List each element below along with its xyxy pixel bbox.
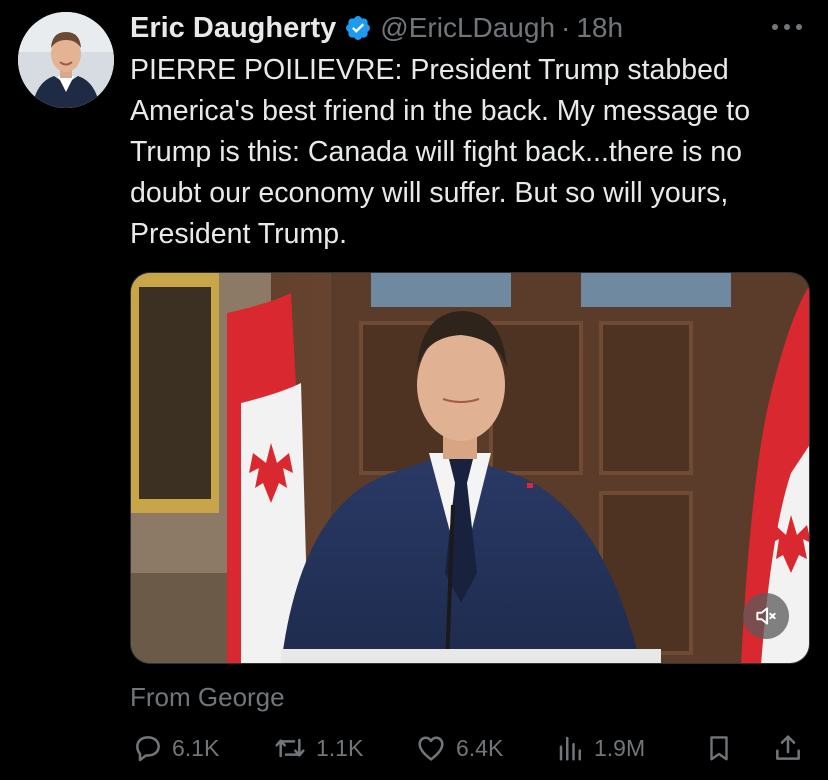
verified-badge-icon bbox=[346, 16, 371, 40]
share-icon bbox=[776, 735, 800, 760]
source-label[interactable]: From George bbox=[130, 682, 285, 713]
volume-muted-icon[interactable] bbox=[743, 593, 789, 639]
views-icon bbox=[559, 736, 581, 761]
action-bar: 6.1K 1.1K 6.4K 1.9M bbox=[130, 728, 806, 768]
reply-icon bbox=[136, 736, 160, 762]
timestamp[interactable]: 18h bbox=[576, 12, 623, 44]
repost-count: 1.1K bbox=[316, 734, 364, 761]
repost-button[interactable]: 1.1K bbox=[272, 728, 363, 768]
separator-dot: · bbox=[561, 12, 571, 43]
like-button[interactable]: 6.4K bbox=[414, 728, 503, 768]
like-count: 6.4K bbox=[456, 734, 504, 761]
avatar-image bbox=[18, 12, 114, 108]
more-options-icon[interactable] bbox=[770, 12, 804, 42]
like-icon bbox=[418, 736, 444, 761]
bookmark-button[interactable] bbox=[704, 728, 734, 768]
views-button[interactable]: 1.9M bbox=[556, 728, 645, 768]
video-player[interactable] bbox=[130, 272, 810, 664]
share-button[interactable] bbox=[772, 728, 804, 768]
avatar[interactable] bbox=[18, 12, 114, 108]
video-frame bbox=[131, 273, 809, 663]
author-handle[interactable]: @EricLDaugh bbox=[380, 12, 555, 44]
reply-count: 6.1K bbox=[172, 734, 220, 761]
tweet-header: Eric Daugherty @EricLDaugh · 18h bbox=[130, 8, 804, 48]
reply-button[interactable]: 6.1K bbox=[132, 728, 219, 768]
speaker-muted-glyph bbox=[756, 607, 776, 625]
bookmark-icon bbox=[710, 736, 728, 761]
author-name[interactable]: Eric Daugherty bbox=[130, 12, 336, 45]
repost-icon bbox=[275, 738, 305, 758]
tweet-text: PIERRE POILIEVRE: President Trump stabbe… bbox=[130, 54, 751, 250]
views-count: 1.9M bbox=[594, 734, 646, 761]
